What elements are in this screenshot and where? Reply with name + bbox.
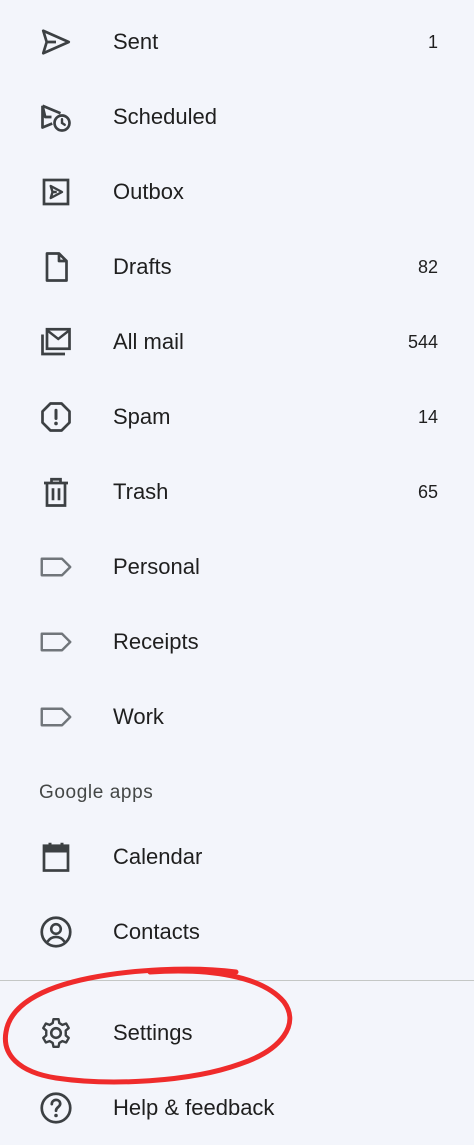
scheduled-icon (36, 97, 76, 137)
contacts-icon (36, 912, 76, 952)
drawer-item-label: Sent (113, 28, 159, 54)
drawer-item-spam[interactable]: Spam 14 (0, 379, 474, 454)
draft-icon (36, 247, 76, 287)
unread-count: 544 (407, 331, 438, 352)
drawer-item-label: Work (113, 703, 164, 729)
drawer-item-all-mail[interactable]: All mail 544 (0, 304, 474, 379)
drawer-item-contacts[interactable]: Contacts (0, 894, 474, 969)
drawer-item-receipts[interactable]: Receipts (0, 604, 474, 679)
drawer-item-trash[interactable]: Trash 65 (0, 454, 474, 529)
outbox-icon (36, 172, 76, 212)
unread-count: 14 (417, 406, 438, 427)
drawer-item-scheduled[interactable]: Scheduled (0, 79, 474, 154)
drawer-divider (0, 980, 474, 981)
drawer-item-personal[interactable]: Personal (0, 529, 474, 604)
label-icon (36, 622, 76, 662)
drawer-item-work[interactable]: Work (0, 679, 474, 754)
drawer-item-label: Receipts (113, 628, 199, 654)
drawer-item-help-feedback[interactable]: Help & feedback (0, 1070, 474, 1145)
drawer-item-label: Spam (113, 403, 171, 429)
drawer-item-calendar[interactable]: Calendar (0, 819, 474, 894)
all-mail-icon (36, 322, 76, 362)
unread-count: 82 (417, 256, 438, 277)
drawer-item-drafts[interactable]: Drafts 82 (0, 229, 474, 304)
drawer-item-label: Trash (113, 478, 169, 504)
drawer-item-settings[interactable]: Settings (0, 995, 474, 1070)
drawer-item-label: Personal (113, 553, 200, 579)
label-icon (36, 697, 76, 737)
send-icon (36, 22, 76, 62)
trash-icon (36, 472, 76, 512)
drawer-item-label: Drafts (113, 253, 172, 279)
calendar-icon (36, 837, 76, 877)
drawer-item-label: Settings (113, 1019, 193, 1045)
drawer-item-label: Outbox (113, 178, 184, 204)
drawer-item-label: All mail (113, 328, 184, 354)
gear-icon (36, 1013, 76, 1053)
unread-count: 1 (427, 31, 438, 52)
drawer-item-label: Help & feedback (113, 1094, 275, 1120)
drawer-item-label: Scheduled (113, 103, 217, 129)
drawer-item-label: Contacts (113, 918, 200, 944)
google-apps-heading: Google apps (39, 782, 154, 803)
navigation-drawer: Sent 1 Scheduled Outbox Drafts 82 All ma… (0, 0, 474, 1142)
spam-icon (36, 397, 76, 437)
drawer-item-label: Calendar (113, 843, 203, 869)
drawer-item-outbox[interactable]: Outbox (0, 154, 474, 229)
drawer-item-sent[interactable]: Sent 1 (0, 4, 474, 79)
label-icon (36, 547, 76, 587)
unread-count: 65 (417, 481, 438, 502)
help-icon (36, 1088, 76, 1128)
